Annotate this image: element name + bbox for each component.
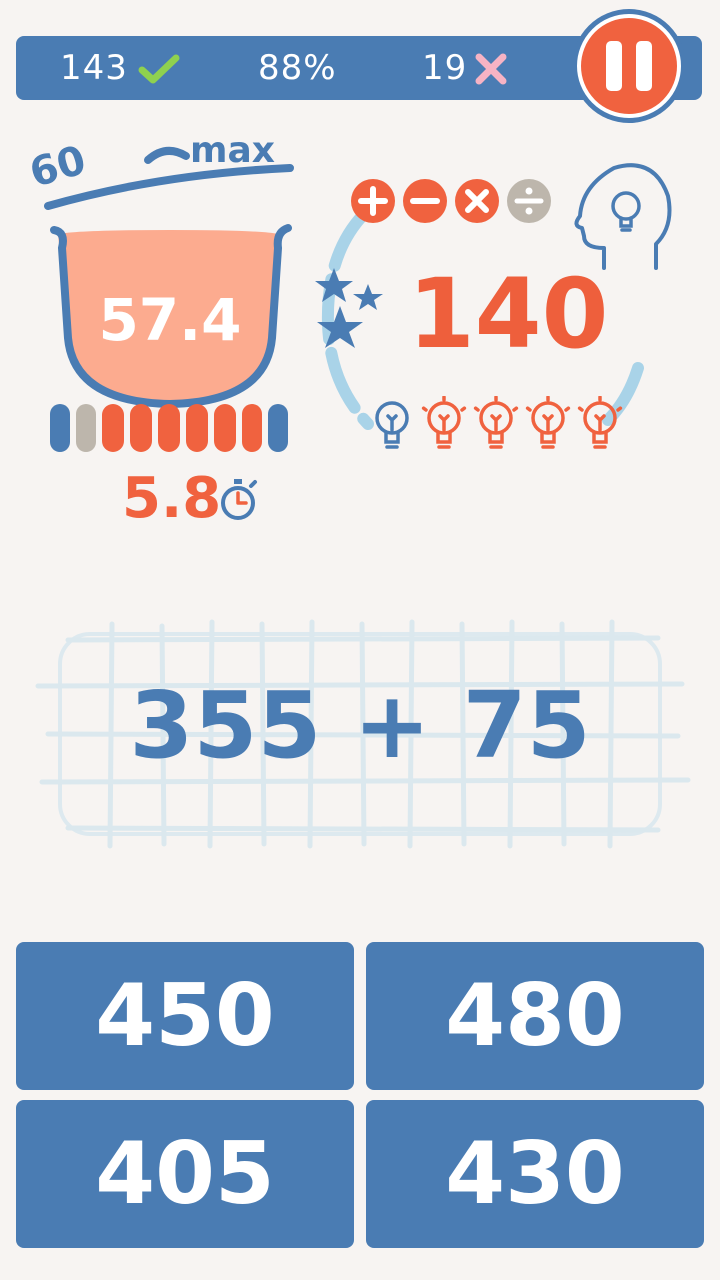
pot-max-label: max	[190, 130, 276, 171]
plus-icon	[351, 179, 395, 223]
pause-button[interactable]	[572, 9, 686, 123]
stars-icon	[315, 268, 383, 348]
wrong-count: 19	[422, 48, 468, 88]
correct-count: 143	[60, 48, 128, 88]
minus-icon	[403, 179, 447, 223]
problem-expression: 355 + 75	[129, 672, 591, 779]
answer-button-4[interactable]: 430	[366, 1100, 704, 1248]
lightbulb-icon	[524, 396, 572, 449]
lightbulb-icon	[375, 401, 409, 449]
lightbulb-icon	[472, 396, 520, 449]
answer-button-1[interactable]: 450	[16, 942, 354, 1090]
times-icon	[455, 179, 499, 223]
lightbulb-icon	[576, 396, 624, 449]
checkmark-icon	[138, 54, 180, 84]
pot-value: 57.4	[98, 286, 242, 354]
pause-icon	[577, 14, 681, 118]
timer-value: 5.8	[122, 466, 222, 531]
answer-button-2[interactable]: 480	[366, 942, 704, 1090]
hint-bulbs	[375, 396, 624, 449]
cross-icon	[475, 53, 507, 85]
lightbulb-icon	[420, 396, 468, 449]
stopwatch-icon	[221, 479, 257, 520]
accuracy-percent: 88%	[258, 48, 337, 88]
divide-icon	[507, 179, 551, 223]
answer-button-3[interactable]: 405	[16, 1100, 354, 1248]
score-value: 140	[408, 258, 609, 370]
burner-gauge	[50, 404, 288, 452]
